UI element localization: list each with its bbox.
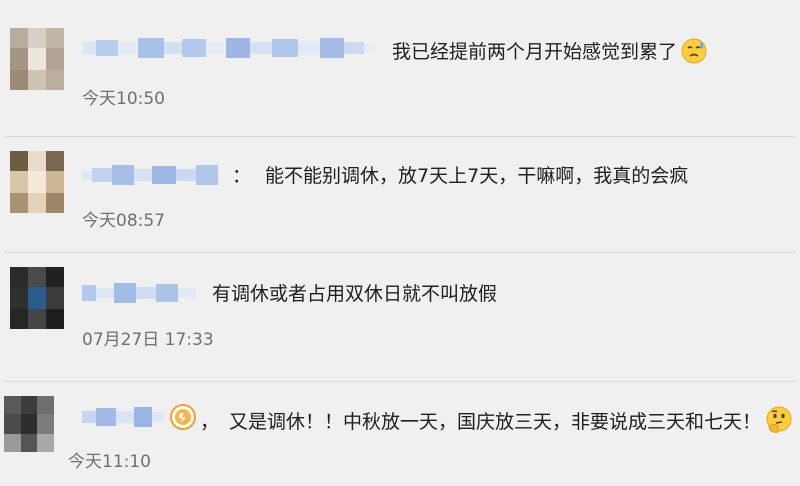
comment-time: 今天11:10 <box>68 452 151 472</box>
comment-item: ， 又是调休！！中秋放一天，国庆放三天，非要说成三天和七天！ 今天11:10 <box>0 382 800 486</box>
comment-text: 有调休或者占用双休日就不叫放假 <box>212 282 497 306</box>
comment-content: 我已经提前两个月开始感觉到累了 <box>392 41 678 63</box>
comment-text: ： 能不能别调休，放7天上7天，干嘛啊，我真的会疯 <box>232 164 688 188</box>
comment-content: 有调休或者占用双休日就不叫放假 <box>212 283 498 305</box>
comment-separator: ， <box>200 411 220 433</box>
avatar[interactable] <box>10 151 64 213</box>
avatar[interactable] <box>10 267 64 329</box>
comment-content: 又是调休！！中秋放一天，国庆放三天，非要说成三天和七天！ <box>229 411 762 433</box>
avatar-image-icon <box>4 396 54 452</box>
sweat-face-icon <box>681 38 707 70</box>
comment-time: 今天08:57 <box>82 211 165 231</box>
comment-item: 我已经提前两个月开始感觉到累了 今天10:50 <box>0 0 800 136</box>
avatar-image-icon <box>10 267 64 329</box>
thinking-face-icon <box>765 406 793 440</box>
comment-separator: ： <box>232 165 252 187</box>
pixelated-username-icon <box>82 165 218 185</box>
comment-text: 我已经提前两个月开始感觉到累了 <box>392 38 707 70</box>
avatar[interactable] <box>4 396 54 452</box>
username-blurred[interactable] <box>82 281 200 305</box>
username-blurred[interactable] <box>82 163 222 187</box>
avatar-image-icon <box>10 151 64 213</box>
orange-badge-icon[interactable] <box>170 404 196 434</box>
comment-item: 有调休或者占用双休日就不叫放假 07月27日 17:33 <box>0 253 800 381</box>
comment-time: 07月27日 17:33 <box>82 330 214 350</box>
comment-item: ： 能不能别调休，放7天上7天，干嘛啊，我真的会疯 今天08:57 <box>0 137 800 252</box>
comment-text: ， 又是调休！！中秋放一天，国庆放三天，非要说成三天和七天！ <box>200 406 793 440</box>
avatar[interactable] <box>10 28 64 90</box>
username-blurred[interactable] <box>82 405 166 429</box>
avatar-image-icon <box>10 28 64 90</box>
username-blurred[interactable] <box>82 36 382 60</box>
pixelated-username-icon <box>82 283 196 303</box>
comment-content: 能不能别调休，放7天上7天，干嘛啊，我真的会疯 <box>265 165 689 187</box>
pixelated-username-icon <box>82 407 164 427</box>
pixelated-username-icon <box>82 38 378 58</box>
comment-time: 今天10:50 <box>82 89 165 109</box>
